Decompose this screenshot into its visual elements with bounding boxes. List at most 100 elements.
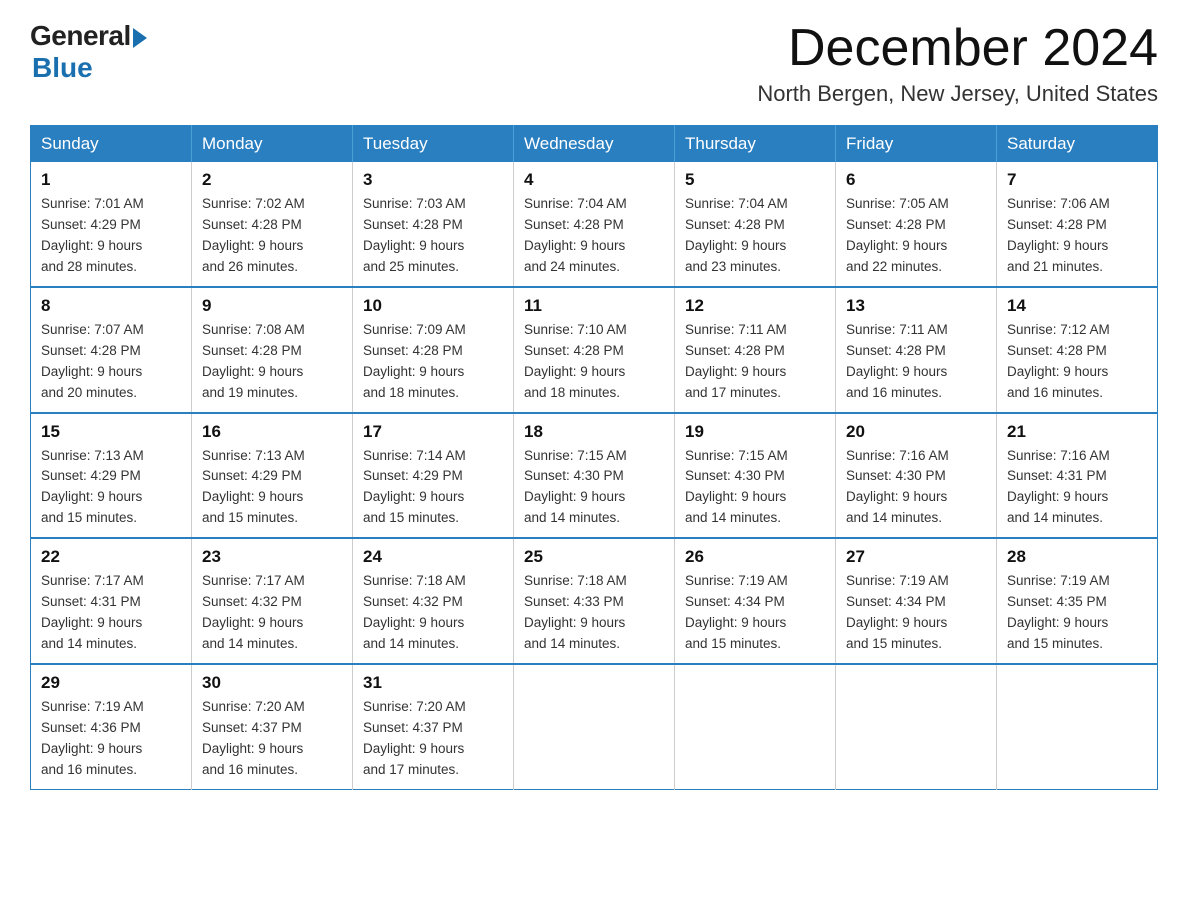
day-number: 2	[202, 170, 342, 190]
logo: General Blue	[30, 20, 147, 84]
day-number: 11	[524, 296, 664, 316]
day-info: Sunrise: 7:15 AMSunset: 4:30 PMDaylight:…	[685, 446, 825, 530]
calendar-cell: 14Sunrise: 7:12 AMSunset: 4:28 PMDayligh…	[997, 287, 1158, 413]
calendar-cell: 13Sunrise: 7:11 AMSunset: 4:28 PMDayligh…	[836, 287, 997, 413]
day-number: 29	[41, 673, 181, 693]
weekday-header-row: SundayMondayTuesdayWednesdayThursdayFrid…	[31, 126, 1158, 163]
day-number: 18	[524, 422, 664, 442]
weekday-header-tuesday: Tuesday	[353, 126, 514, 163]
calendar-cell: 28Sunrise: 7:19 AMSunset: 4:35 PMDayligh…	[997, 538, 1158, 664]
calendar-cell: 24 Sunrise: 7:18 AMSunset: 4:32 PMDayligh…	[353, 538, 514, 664]
day-info: Sunrise: 7:14 AMSunset: 4:29 PMDaylight:…	[363, 446, 503, 530]
weekday-header-monday: Monday	[192, 126, 353, 163]
calendar-cell: 21Sunrise: 7:16 AMSunset: 4:31 PMDayligh…	[997, 413, 1158, 539]
calendar-cell: 27 Sunrise: 7:19 AMSunset: 4:34 PMDayligh…	[836, 538, 997, 664]
day-number: 5	[685, 170, 825, 190]
day-number: 23	[202, 547, 342, 567]
weekday-header-thursday: Thursday	[675, 126, 836, 163]
calendar-cell	[514, 664, 675, 789]
calendar-cell: 16 Sunrise: 7:13 AMSunset: 4:29 PMDayligh…	[192, 413, 353, 539]
day-number: 9	[202, 296, 342, 316]
location-title: North Bergen, New Jersey, United States	[757, 81, 1158, 107]
day-info: Sunrise: 7:13 AMSunset: 4:29 PMDaylight:…	[202, 446, 342, 530]
day-info: Sunrise: 7:13 AMSunset: 4:29 PMDaylight:…	[41, 446, 181, 530]
weekday-header-sunday: Sunday	[31, 126, 192, 163]
logo-blue-text: Blue	[32, 52, 93, 84]
day-info: Sunrise: 7:17 AMSunset: 4:31 PMDaylight:…	[41, 571, 181, 655]
day-number: 8	[41, 296, 181, 316]
day-info: Sunrise: 7:03 AMSunset: 4:28 PMDaylight:…	[363, 194, 503, 278]
logo-arrow-icon	[133, 28, 147, 48]
day-info: Sunrise: 7:08 AMSunset: 4:28 PMDaylight:…	[202, 320, 342, 404]
calendar-cell	[675, 664, 836, 789]
day-info: Sunrise: 7:19 AMSunset: 4:34 PMDaylight:…	[846, 571, 986, 655]
calendar-cell: 12Sunrise: 7:11 AMSunset: 4:28 PMDayligh…	[675, 287, 836, 413]
day-info: Sunrise: 7:09 AMSunset: 4:28 PMDaylight:…	[363, 320, 503, 404]
calendar-cell: 20Sunrise: 7:16 AMSunset: 4:30 PMDayligh…	[836, 413, 997, 539]
week-row-4: 22 Sunrise: 7:17 AMSunset: 4:31 PMDayligh…	[31, 538, 1158, 664]
calendar-cell: 2 Sunrise: 7:02 AMSunset: 4:28 PMDaylight…	[192, 162, 353, 287]
day-info: Sunrise: 7:18 AMSunset: 4:32 PMDaylight:…	[363, 571, 503, 655]
calendar-cell: 9 Sunrise: 7:08 AMSunset: 4:28 PMDaylight…	[192, 287, 353, 413]
calendar-cell: 17Sunrise: 7:14 AMSunset: 4:29 PMDayligh…	[353, 413, 514, 539]
calendar-cell: 1 Sunrise: 7:01 AMSunset: 4:29 PMDaylight…	[31, 162, 192, 287]
day-info: Sunrise: 7:10 AMSunset: 4:28 PMDaylight:…	[524, 320, 664, 404]
calendar-cell: 30 Sunrise: 7:20 AMSunset: 4:37 PMDayligh…	[192, 664, 353, 789]
day-number: 1	[41, 170, 181, 190]
weekday-header-friday: Friday	[836, 126, 997, 163]
day-info: Sunrise: 7:17 AMSunset: 4:32 PMDaylight:…	[202, 571, 342, 655]
calendar-cell: 11 Sunrise: 7:10 AMSunset: 4:28 PMDayligh…	[514, 287, 675, 413]
calendar-cell	[836, 664, 997, 789]
day-info: Sunrise: 7:11 AMSunset: 4:28 PMDaylight:…	[685, 320, 825, 404]
day-info: Sunrise: 7:20 AMSunset: 4:37 PMDaylight:…	[363, 697, 503, 781]
calendar-table: SundayMondayTuesdayWednesdayThursdayFrid…	[30, 125, 1158, 789]
day-info: Sunrise: 7:04 AMSunset: 4:28 PMDaylight:…	[685, 194, 825, 278]
calendar-cell: 22 Sunrise: 7:17 AMSunset: 4:31 PMDayligh…	[31, 538, 192, 664]
month-title: December 2024	[757, 20, 1158, 77]
calendar-cell	[997, 664, 1158, 789]
day-number: 30	[202, 673, 342, 693]
day-number: 25	[524, 547, 664, 567]
day-info: Sunrise: 7:01 AMSunset: 4:29 PMDaylight:…	[41, 194, 181, 278]
day-info: Sunrise: 7:18 AMSunset: 4:33 PMDaylight:…	[524, 571, 664, 655]
calendar-cell: 31 Sunrise: 7:20 AMSunset: 4:37 PMDayligh…	[353, 664, 514, 789]
day-number: 10	[363, 296, 503, 316]
calendar-cell: 3 Sunrise: 7:03 AMSunset: 4:28 PMDaylight…	[353, 162, 514, 287]
day-info: Sunrise: 7:20 AMSunset: 4:37 PMDaylight:…	[202, 697, 342, 781]
calendar-cell: 19 Sunrise: 7:15 AMSunset: 4:30 PMDayligh…	[675, 413, 836, 539]
day-number: 6	[846, 170, 986, 190]
day-number: 16	[202, 422, 342, 442]
week-row-1: 1 Sunrise: 7:01 AMSunset: 4:29 PMDaylight…	[31, 162, 1158, 287]
day-info: Sunrise: 7:16 AMSunset: 4:30 PMDaylight:…	[846, 446, 986, 530]
calendar-cell: 6 Sunrise: 7:05 AMSunset: 4:28 PMDaylight…	[836, 162, 997, 287]
day-number: 24	[363, 547, 503, 567]
calendar-cell: 10 Sunrise: 7:09 AMSunset: 4:28 PMDayligh…	[353, 287, 514, 413]
calendar-cell: 18 Sunrise: 7:15 AMSunset: 4:30 PMDayligh…	[514, 413, 675, 539]
calendar-cell: 15 Sunrise: 7:13 AMSunset: 4:29 PMDayligh…	[31, 413, 192, 539]
day-number: 13	[846, 296, 986, 316]
weekday-header-wednesday: Wednesday	[514, 126, 675, 163]
day-info: Sunrise: 7:19 AMSunset: 4:34 PMDaylight:…	[685, 571, 825, 655]
day-info: Sunrise: 7:12 AMSunset: 4:28 PMDaylight:…	[1007, 320, 1147, 404]
day-number: 31	[363, 673, 503, 693]
day-info: Sunrise: 7:05 AMSunset: 4:28 PMDaylight:…	[846, 194, 986, 278]
weekday-header-saturday: Saturday	[997, 126, 1158, 163]
week-row-2: 8 Sunrise: 7:07 AMSunset: 4:28 PMDaylight…	[31, 287, 1158, 413]
logo-general-text: General	[30, 20, 131, 52]
day-info: Sunrise: 7:06 AMSunset: 4:28 PMDaylight:…	[1007, 194, 1147, 278]
calendar-cell: 26Sunrise: 7:19 AMSunset: 4:34 PMDayligh…	[675, 538, 836, 664]
day-number: 22	[41, 547, 181, 567]
day-info: Sunrise: 7:15 AMSunset: 4:30 PMDaylight:…	[524, 446, 664, 530]
day-info: Sunrise: 7:07 AMSunset: 4:28 PMDaylight:…	[41, 320, 181, 404]
day-info: Sunrise: 7:02 AMSunset: 4:28 PMDaylight:…	[202, 194, 342, 278]
day-number: 27	[846, 547, 986, 567]
page-header: General Blue December 2024 North Bergen,…	[30, 20, 1158, 107]
day-number: 19	[685, 422, 825, 442]
calendar-cell: 25 Sunrise: 7:18 AMSunset: 4:33 PMDayligh…	[514, 538, 675, 664]
day-number: 28	[1007, 547, 1147, 567]
day-info: Sunrise: 7:19 AMSunset: 4:36 PMDaylight:…	[41, 697, 181, 781]
day-number: 15	[41, 422, 181, 442]
day-info: Sunrise: 7:04 AMSunset: 4:28 PMDaylight:…	[524, 194, 664, 278]
calendar-cell: 5 Sunrise: 7:04 AMSunset: 4:28 PMDaylight…	[675, 162, 836, 287]
day-number: 3	[363, 170, 503, 190]
